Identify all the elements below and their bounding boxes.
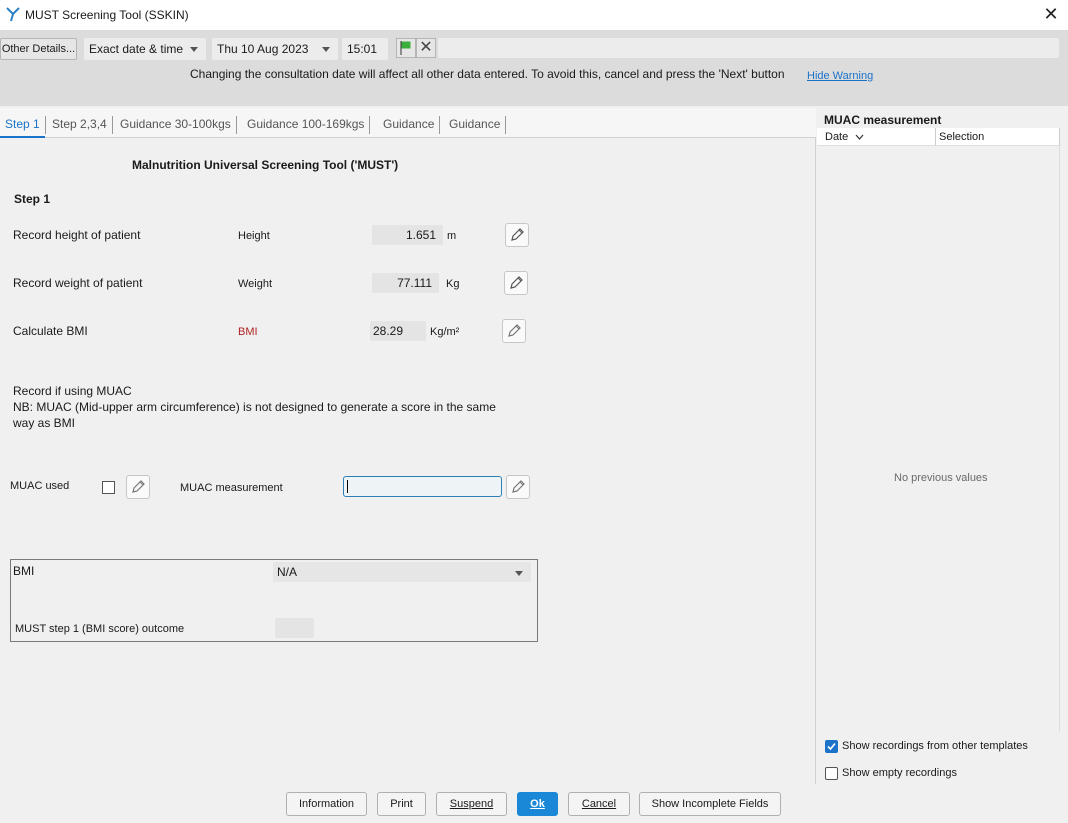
- pencil-icon: [508, 324, 521, 337]
- date-column-label: Date: [825, 131, 849, 143]
- muac-note-line2: way as BMI: [13, 416, 76, 430]
- date-mode-value: Exact date & time: [89, 42, 184, 56]
- edit-weight-button[interactable]: [504, 271, 528, 295]
- tab-step-1[interactable]: Step 1: [0, 116, 46, 134]
- weight-unit: Kg: [446, 278, 460, 290]
- show-other-templates-checkbox[interactable]: [825, 740, 838, 753]
- bmi-value[interactable]: 28.29: [370, 321, 426, 341]
- app-logo-icon: [6, 7, 20, 22]
- weight-label: Weight: [238, 278, 273, 290]
- tab-step-2-3-4[interactable]: Step 2,3,4: [47, 116, 113, 134]
- chevron-down-icon: [515, 571, 523, 576]
- clear-date-icon[interactable]: ✕: [416, 38, 436, 58]
- close-window-icon[interactable]: ✕: [1040, 3, 1062, 25]
- consultation-info-field[interactable]: [438, 38, 1059, 58]
- date-change-warning: Changing the consultation date will affe…: [190, 67, 785, 81]
- flag-icon[interactable]: [396, 38, 416, 58]
- muac-measurement-input[interactable]: [343, 476, 502, 497]
- edit-muac-used-button[interactable]: [126, 475, 150, 499]
- tab-guidance-100-169kgs[interactable]: Guidance 100-169kgs: [242, 116, 371, 134]
- checkmark-icon: [827, 742, 836, 751]
- height-prompt: Record height of patient: [13, 228, 141, 242]
- date-column-header[interactable]: Date: [817, 128, 936, 146]
- bmi-category-select[interactable]: N/A: [273, 562, 531, 582]
- section-title: Step 1: [14, 192, 51, 206]
- date-mode-select[interactable]: Exact date & time: [84, 38, 206, 60]
- edit-muac-measurement-button[interactable]: [506, 475, 530, 499]
- weight-value[interactable]: 77.111: [372, 273, 439, 293]
- tab-guidance-1[interactable]: Guidance: [378, 116, 441, 134]
- consultation-toolbar: Other Details... Exact date & time Thu 1…: [0, 30, 1068, 106]
- hide-warning-link[interactable]: Hide Warning: [807, 70, 873, 82]
- side-panel-title: MUAC measurement: [824, 113, 942, 127]
- edit-bmi-button[interactable]: [502, 319, 526, 343]
- show-empty-recordings-checkbox[interactable]: [825, 767, 838, 780]
- show-empty-recordings-label[interactable]: Show empty recordings: [842, 767, 957, 779]
- height-label: Height: [238, 230, 270, 242]
- muac-history-list: No previous values: [817, 146, 1060, 732]
- selection-column-header[interactable]: Selection: [936, 128, 1060, 146]
- bmi-outcome-value: [275, 618, 314, 638]
- pencil-icon: [132, 480, 145, 493]
- no-previous-values-text: No previous values: [894, 472, 988, 484]
- cancel-button[interactable]: Cancel: [568, 792, 630, 816]
- bmi-category-value: N/A: [277, 565, 298, 579]
- date-value: Thu 10 Aug 2023: [217, 42, 309, 56]
- bmi-prompt: Calculate BMI: [13, 324, 88, 338]
- muac-measurement-label: MUAC measurement: [180, 482, 283, 494]
- form-title: Malnutrition Universal Screening Tool ('…: [132, 158, 399, 172]
- window-title: MUST Screening Tool (SSKIN): [25, 8, 189, 22]
- bmi-outcome-label: MUST step 1 (BMI score) outcome: [15, 623, 185, 635]
- muac-used-label: MUAC used: [10, 480, 70, 492]
- bmi-unit: Kg/m²: [430, 326, 460, 338]
- bmi-label: BMI: [238, 326, 258, 338]
- edit-height-button[interactable]: [505, 223, 529, 247]
- height-value[interactable]: 1.651: [372, 225, 443, 245]
- muac-prompt: Record if using MUAC: [13, 384, 132, 398]
- title-bar: MUST Screening Tool (SSKIN) ✕: [0, 0, 1068, 30]
- tab-guidance-30-100kgs[interactable]: Guidance 30-100kgs: [115, 116, 237, 134]
- pencil-icon: [511, 228, 524, 241]
- height-unit: m: [447, 230, 457, 242]
- muac-note-line1: NB: MUAC (Mid-upper arm circumference) i…: [13, 400, 496, 414]
- pencil-icon: [512, 480, 525, 493]
- bmi-group-label: BMI: [13, 564, 35, 578]
- dialog-footer: Information Print Suspend Ok Cancel Show…: [0, 784, 1068, 823]
- information-button[interactable]: Information: [286, 792, 367, 816]
- ok-button[interactable]: Ok: [517, 792, 558, 816]
- pencil-icon: [510, 276, 523, 289]
- other-details-button[interactable]: Other Details...: [0, 38, 77, 60]
- active-tab-indicator: [0, 136, 45, 138]
- muac-history-panel: MUAC measurement Date Selection No previ…: [817, 108, 1068, 784]
- date-select[interactable]: Thu 10 Aug 2023: [212, 38, 338, 60]
- tab-bar: Step 1 Step 2,3,4 Guidance 30-100kgs Gui…: [0, 108, 816, 138]
- time-field[interactable]: 15:01: [342, 38, 388, 60]
- text-cursor: [347, 480, 348, 493]
- muac-used-checkbox[interactable]: [102, 481, 115, 494]
- suspend-button[interactable]: Suspend: [436, 792, 507, 816]
- print-button[interactable]: Print: [377, 792, 426, 816]
- chevron-down-icon: [855, 134, 864, 140]
- tab-guidance-2[interactable]: Guidance: [444, 116, 507, 134]
- chevron-down-icon: [190, 47, 198, 52]
- show-other-templates-label[interactable]: Show recordings from other templates: [842, 740, 1028, 752]
- form-area: Step 1 Step 2,3,4 Guidance 30-100kgs Gui…: [0, 108, 816, 784]
- chevron-down-icon: [322, 47, 330, 52]
- show-incomplete-fields-button[interactable]: Show Incomplete Fields: [639, 792, 781, 816]
- weight-prompt: Record weight of patient: [13, 276, 143, 290]
